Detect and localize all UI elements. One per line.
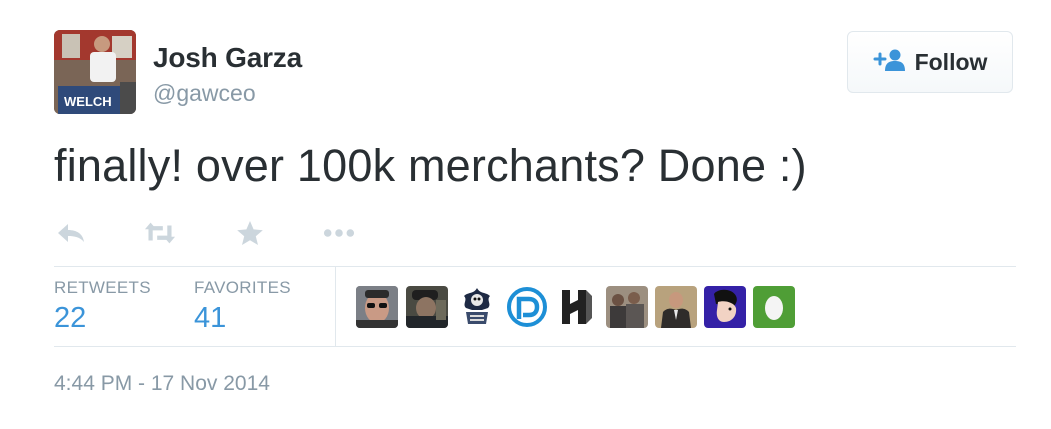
tweet-timestamp[interactable]: 4:44 PM - 17 Nov 2014 — [54, 372, 270, 396]
retweets-label: RETWEETS — [54, 278, 151, 297]
reply-button[interactable] — [55, 218, 87, 248]
user-avatar-h-logo — [556, 286, 598, 328]
user-name[interactable]: Josh Garza — [153, 42, 302, 74]
user-avatar-skeleton — [456, 286, 498, 328]
user-handle[interactable]: @gawceo — [153, 80, 256, 107]
favoriter-avatar[interactable] — [606, 286, 648, 328]
user-avatar-group — [606, 286, 648, 328]
user-avatar-cap — [406, 286, 448, 328]
avatar-sign-text: WELCH — [64, 94, 112, 109]
user-avatar-egg — [753, 286, 795, 328]
star-icon — [237, 221, 263, 245]
more-icon — [323, 229, 355, 237]
favoriter-avatar[interactable] — [704, 286, 746, 328]
favoriter-avatar[interactable] — [406, 286, 448, 328]
retweets-stat[interactable]: RETWEETS 22 — [54, 278, 151, 335]
favorites-stat[interactable]: FAVORITES 41 — [194, 278, 291, 335]
follow-button[interactable]: Follow — [847, 31, 1013, 93]
favoriter-avatar[interactable] — [753, 286, 795, 328]
favoriter-avatar[interactable] — [556, 286, 598, 328]
favoriter-avatar[interactable] — [456, 286, 498, 328]
avatar-photo: WELCH — [54, 30, 136, 114]
user-avatar-blue-logo — [506, 286, 548, 328]
retweet-button[interactable] — [144, 218, 176, 248]
stats-top-divider — [54, 266, 1016, 267]
add-user-icon — [873, 48, 905, 77]
user-avatar-sunglasses — [356, 286, 398, 328]
stats-bottom-divider — [54, 346, 1016, 347]
reply-icon — [58, 224, 84, 242]
favoriter-avatar[interactable] — [356, 286, 398, 328]
user-avatar-cartoon — [704, 286, 746, 328]
favoriter-avatar[interactable] — [506, 286, 548, 328]
user-avatar[interactable]: WELCH — [54, 30, 136, 114]
tweet-text: finally! over 100k merchants? Done :) — [54, 140, 807, 191]
retweet-icon — [144, 222, 176, 244]
favoriter-avatar[interactable] — [655, 286, 697, 328]
user-avatar-suit — [655, 286, 697, 328]
retweets-count[interactable]: 22 — [54, 302, 151, 335]
favorite-button[interactable] — [234, 218, 266, 248]
follow-button-label: Follow — [914, 48, 988, 75]
more-button[interactable] — [323, 218, 355, 248]
favorites-label: FAVORITES — [194, 278, 291, 297]
stats-vertical-divider — [335, 267, 336, 346]
favorites-count[interactable]: 41 — [194, 302, 291, 335]
